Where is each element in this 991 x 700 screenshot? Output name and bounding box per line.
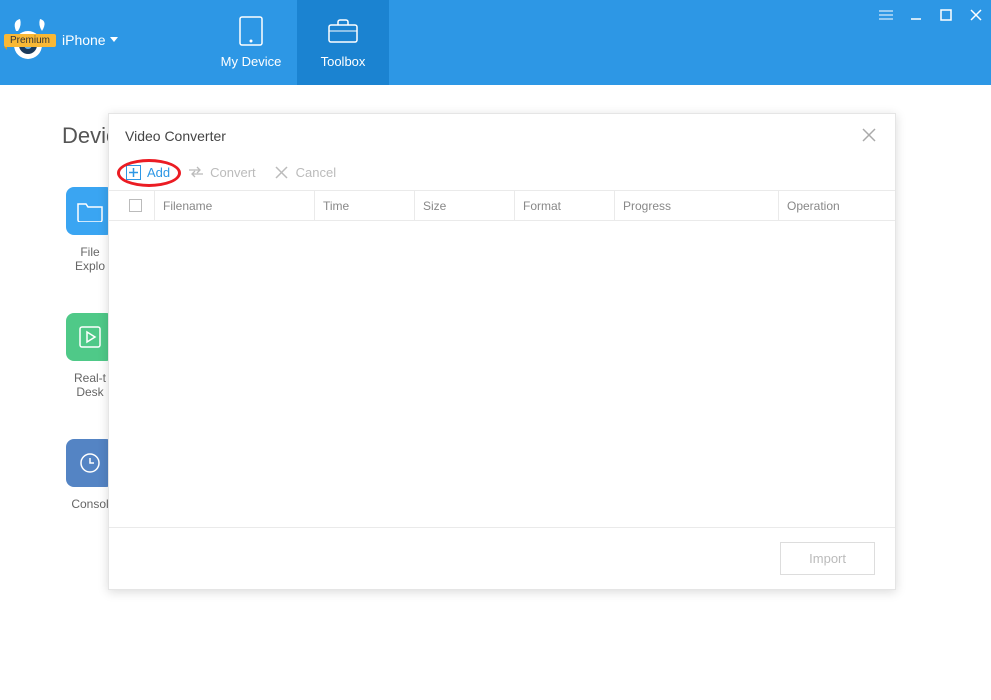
x-icon (274, 164, 290, 180)
cancel-button[interactable]: Cancel (274, 164, 336, 180)
tab-toolbox-label: Toolbox (321, 54, 366, 69)
menu-icon[interactable] (877, 6, 895, 24)
plus-icon (125, 164, 141, 180)
toolbox-icon (328, 16, 358, 46)
clock-icon (66, 439, 114, 487)
modal-title: Video Converter (125, 128, 226, 144)
device-label-text: iPhone (62, 32, 106, 48)
play-icon (66, 313, 114, 361)
tab-my-device[interactable]: My Device (205, 0, 297, 85)
modal-footer: Import (109, 527, 895, 589)
col-format[interactable]: Format (515, 191, 615, 220)
close-icon[interactable] (967, 6, 985, 24)
tab-toolbox[interactable]: Toolbox (297, 0, 389, 85)
nav-tabs: My Device Toolbox (205, 0, 389, 85)
col-time[interactable]: Time (315, 191, 415, 220)
modal-close-button[interactable] (861, 127, 879, 145)
add-button[interactable]: Add (125, 164, 170, 180)
table-body (109, 221, 895, 527)
video-converter-modal: Video Converter Add Convert Cancel F (108, 113, 896, 590)
modal-header: Video Converter (109, 114, 895, 158)
table-header: Filename Time Size Format Progress Opera… (109, 191, 895, 221)
import-button[interactable]: Import (780, 542, 875, 575)
tablet-icon (236, 16, 266, 46)
maximize-icon[interactable] (937, 6, 955, 24)
tile-label: File Explo (75, 245, 105, 273)
caret-down-icon (110, 37, 118, 42)
tile-label: Consol (71, 497, 108, 511)
window-controls (877, 0, 991, 24)
app-header: iPhone Premium My Device Toolbox (0, 0, 991, 85)
col-size[interactable]: Size (415, 191, 515, 220)
premium-badge: Premium (4, 34, 56, 47)
cancel-label: Cancel (296, 165, 336, 180)
minimize-icon[interactable] (907, 6, 925, 24)
add-label: Add (147, 165, 170, 180)
convert-icon (188, 164, 204, 180)
convert-label: Convert (210, 165, 256, 180)
folder-icon (66, 187, 114, 235)
convert-button[interactable]: Convert (188, 164, 256, 180)
col-operation[interactable]: Operation (779, 191, 879, 220)
tab-my-device-label: My Device (221, 54, 282, 69)
col-filename[interactable]: Filename (155, 191, 315, 220)
modal-toolbar: Add Convert Cancel (109, 158, 895, 191)
col-progress[interactable]: Progress (615, 191, 779, 220)
device-selector[interactable]: iPhone (62, 32, 118, 48)
tile-label: Real-t Desk (74, 371, 106, 399)
select-all-checkbox[interactable] (125, 191, 155, 220)
